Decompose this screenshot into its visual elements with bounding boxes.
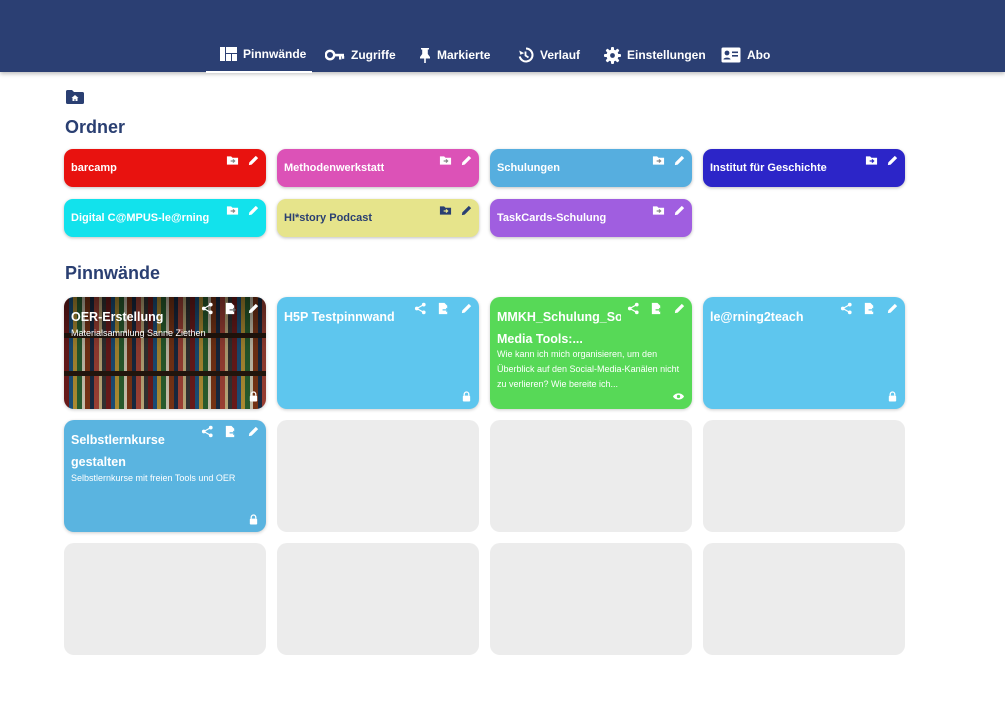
folder-card[interactable]: HI*story Podcast <box>277 199 479 237</box>
share-icon[interactable] <box>627 302 640 315</box>
move-to-folder-icon[interactable] <box>652 204 665 217</box>
empty-board-slot <box>277 420 479 532</box>
move-to-folder-icon[interactable] <box>652 154 665 167</box>
edit-icon[interactable] <box>247 425 260 438</box>
empty-board-slot <box>277 543 479 655</box>
empty-board-slot <box>703 420 905 532</box>
tab-label: Verlauf <box>540 48 581 62</box>
board-title: MMKH_Schulung_Social Media Tools:... <box>497 310 621 346</box>
board-title: Selbstlernkurse gestalten <box>71 433 165 469</box>
lock-icon <box>887 391 898 402</box>
edit-icon[interactable] <box>460 204 473 217</box>
home-folder-icon[interactable] <box>66 89 84 105</box>
folder-card[interactable]: Methodenwerkstatt <box>277 149 479 187</box>
tab-label: Pinnwände <box>243 47 307 61</box>
edit-icon[interactable] <box>247 302 260 315</box>
move-to-folder-icon[interactable] <box>865 154 878 167</box>
folder-card[interactable]: barcamp <box>64 149 266 187</box>
folder-name: Digital C@MPUS-le@rning <box>71 212 210 224</box>
board-card[interactable]: OER-Erstellung Materialsammlung Sanne Zi… <box>64 297 266 409</box>
board-title: OER-Erstellung <box>71 310 164 324</box>
edit-icon[interactable] <box>247 204 260 217</box>
empty-board-slot <box>490 543 692 655</box>
folder-name: HI*story Podcast <box>284 212 373 224</box>
board-card[interactable]: H5P Testpinnwand <box>277 297 479 409</box>
id-card-icon <box>721 47 741 63</box>
edit-icon[interactable] <box>886 154 899 167</box>
edit-icon[interactable] <box>460 302 473 315</box>
folder-name: Institut für Geschichte <box>710 162 827 174</box>
folder-card[interactable]: Institut für Geschichte <box>703 149 905 187</box>
tab-label: Zugriffe <box>351 48 396 62</box>
lock-icon <box>248 514 259 525</box>
key-icon <box>325 49 345 61</box>
board-title: H5P Testpinnwand <box>284 310 395 324</box>
move-to-folder-icon[interactable] <box>226 154 239 167</box>
pin-icon <box>419 47 431 63</box>
board-card[interactable]: MMKH_Schulung_Social Media Tools:... Wie… <box>490 297 692 409</box>
move-to-folder-icon[interactable] <box>439 204 452 217</box>
tab-abo[interactable]: Abo <box>721 37 770 73</box>
board-card[interactable]: Selbstlernkurse gestalten Selbstlernkurs… <box>64 420 266 532</box>
folder-card[interactable]: Schulungen <box>490 149 692 187</box>
edit-icon[interactable] <box>886 302 899 315</box>
empty-board-slot <box>64 543 266 655</box>
move-to-folder-icon[interactable] <box>226 204 239 217</box>
tab-einstellungen[interactable]: Einstellungen <box>604 37 706 73</box>
share-icon[interactable] <box>840 302 853 315</box>
eye-icon <box>672 391 685 402</box>
share-icon[interactable] <box>201 302 214 315</box>
tab-zugriffe[interactable]: Zugriffe <box>325 37 396 73</box>
empty-board-slot <box>490 420 692 532</box>
boards-section-title: Pinnwände <box>65 263 161 283</box>
edit-icon[interactable] <box>460 154 473 167</box>
folder-card[interactable]: Digital C@MPUS-le@rning <box>64 199 266 237</box>
tab-pinnwaende[interactable]: Pinnwände <box>206 37 312 73</box>
tab-label: Markierte <box>437 48 491 62</box>
move-board-icon[interactable] <box>224 425 237 438</box>
move-board-icon[interactable] <box>650 302 663 315</box>
tab-label: Abo <box>747 48 771 62</box>
folder-name: Schulungen <box>497 162 560 174</box>
board-description: Wie kann ich mich organisieren, um den Ü… <box>497 349 680 389</box>
folders-section-title: Ordner <box>65 117 126 137</box>
move-board-icon[interactable] <box>863 302 876 315</box>
lock-icon <box>248 391 259 402</box>
empty-board-slot <box>703 543 905 655</box>
edit-icon[interactable] <box>247 154 260 167</box>
folder-name: TaskCards-Schulung <box>497 212 607 224</box>
move-to-folder-icon[interactable] <box>439 154 452 167</box>
dashboard-icon <box>220 47 237 61</box>
gear-icon <box>604 46 621 64</box>
tab-label: Einstellungen <box>627 48 706 62</box>
folder-name: Methodenwerkstatt <box>284 162 385 174</box>
history-icon <box>517 47 534 63</box>
board-title: le@rning2teach <box>710 310 804 324</box>
board-description: Selbstlernkurse mit freien Tools und OER <box>71 473 236 483</box>
board-card[interactable]: le@rning2teach <box>703 297 905 409</box>
move-board-icon[interactable] <box>224 302 237 315</box>
move-board-icon[interactable] <box>437 302 450 315</box>
board-description: Materialsammlung Sanne Ziethen <box>71 328 206 338</box>
folder-name: barcamp <box>71 162 117 174</box>
tab-verlauf[interactable]: Verlauf <box>517 37 580 73</box>
share-icon[interactable] <box>414 302 427 315</box>
share-icon[interactable] <box>201 425 214 438</box>
folder-card[interactable]: TaskCards-Schulung <box>490 199 692 237</box>
edit-icon[interactable] <box>673 204 686 217</box>
tab-markierte[interactable]: Markierte <box>419 37 490 73</box>
edit-icon[interactable] <box>673 302 686 315</box>
lock-icon <box>461 391 472 402</box>
edit-icon[interactable] <box>673 154 686 167</box>
top-navigation-bar: Pinnwände Zugriffe Markierte Verlauf Ein… <box>0 0 1005 73</box>
